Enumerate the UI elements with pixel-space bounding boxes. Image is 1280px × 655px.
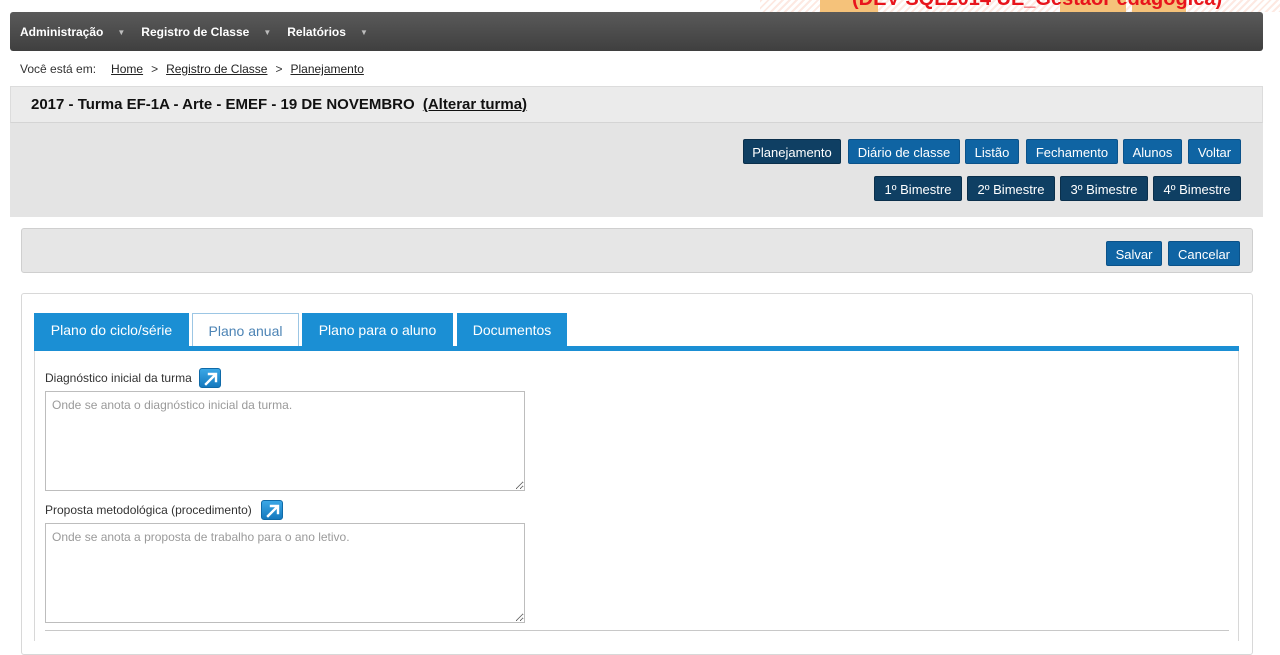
toolbar: Planejamento Diário de classe Listão Fec… [10,123,1263,217]
main-navigation: Administração ▼ Registro de Classe ▼ Rel… [10,12,1263,51]
class-title: 2017 - Turma EF-1A - Arte - EMEF - 19 DE… [31,96,415,113]
cancel-button[interactable]: Cancelar [1168,241,1240,266]
diario-de-classe-button[interactable]: Diário de classe [848,139,960,164]
breadcrumb-prefix: Você está em: [20,62,97,76]
arrow-up-right-icon[interactable] [261,500,283,520]
chevron-down-icon: ▼ [263,28,272,37]
voltar-button[interactable]: Voltar [1188,139,1241,164]
bimestre-3-button[interactable]: 3º Bimestre [1060,176,1148,201]
environment-banner: (DEV SQL2014 UE_GestaoPedagogica) [760,0,1280,12]
chevron-down-icon: ▼ [117,28,126,37]
tab-plano-para-o-aluno[interactable]: Plano para o aluno [302,313,453,347]
nav-item-label: Registro de Classe [141,24,250,39]
arrow-up-right-icon[interactable] [199,368,221,388]
save-button[interactable]: Salvar [1106,241,1162,266]
tab-plano-anual[interactable]: Plano anual [192,313,299,347]
breadcrumb-separator: > [151,62,159,76]
breadcrumb: Você está em: Home > Registro de Classe … [20,62,364,76]
bimestre-1-button[interactable]: 1º Bimestre [874,176,962,201]
diagnostico-textarea[interactable] [45,391,525,491]
class-header: 2017 - Turma EF-1A - Arte - EMEF - 19 DE… [10,86,1263,123]
breadcrumb-planejamento-link[interactable]: Planejamento [290,62,363,76]
nav-item-relatorios[interactable]: Relatórios ▼ [277,25,374,39]
breadcrumb-home-link[interactable]: Home [111,62,143,76]
tab-documentos[interactable]: Documentos [457,313,567,347]
nav-item-administracao[interactable]: Administração ▼ [10,25,131,39]
alter-class-link[interactable]: (Alterar turma) [423,96,527,113]
environment-label: (DEV SQL2014 UE_GestaoPedagogica) [852,0,1222,11]
listao-button[interactable]: Listão [965,139,1019,164]
bimestre-2-button[interactable]: 2º Bimestre [967,176,1055,201]
action-panel: Salvar Cancelar [21,228,1253,273]
bimestre-4-button[interactable]: 4º Bimestre [1153,176,1241,201]
chevron-down-icon: ▼ [359,28,368,37]
page-title: 2017 - Turma EF-1A - Arte - EMEF - 19 DE… [31,96,527,113]
proposta-label: Proposta metodológica (procedimento) [45,503,252,517]
fechamento-button[interactable]: Fechamento [1026,139,1118,164]
diagnostico-label: Diagnóstico inicial da turma [45,371,192,385]
nav-item-label: Relatórios [287,24,346,39]
alunos-button[interactable]: Alunos [1123,139,1182,164]
planejamento-button[interactable]: Planejamento [743,139,841,164]
proposta-textarea[interactable] [45,523,525,623]
nav-item-registro-de-classe[interactable]: Registro de Classe ▼ [131,25,277,39]
divider [45,630,1229,631]
tab-plano-do-ciclo[interactable]: Plano do ciclo/série [34,313,189,347]
breadcrumb-separator: > [275,62,283,76]
breadcrumb-registro-link[interactable]: Registro de Classe [166,62,267,76]
nav-item-label: Administração [20,24,104,39]
